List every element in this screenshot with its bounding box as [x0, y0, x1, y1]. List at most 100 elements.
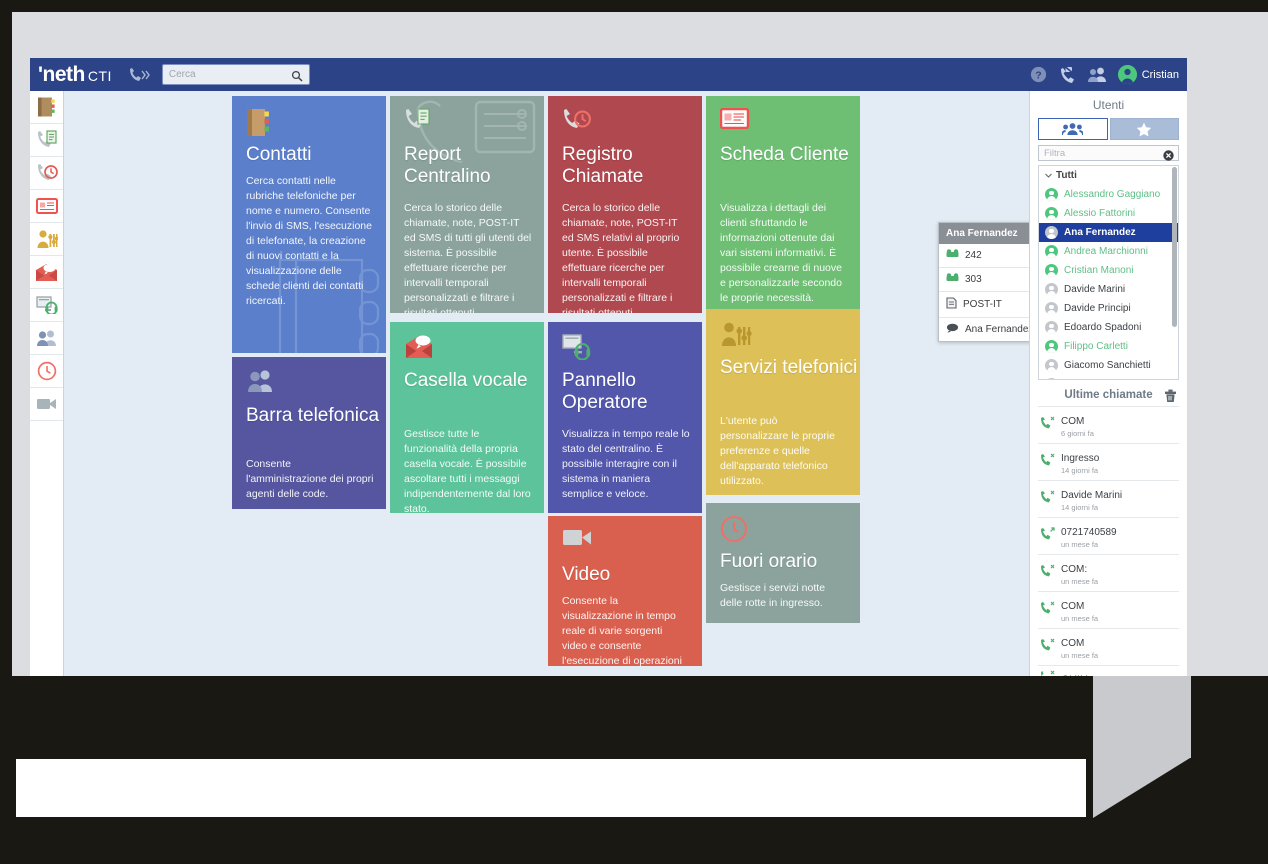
list-item[interactable]: COM un mese fa	[1038, 591, 1179, 628]
sidebar-item-servizi-telefonici[interactable]	[30, 223, 63, 256]
list-item[interactable]: COM: un mese fa	[1038, 554, 1179, 591]
list-item[interactable]: Alessio Fattorini	[1039, 204, 1178, 223]
list-item[interactable]: COM 6 giorni fa	[1038, 406, 1179, 443]
voicemail-envelope-icon	[404, 334, 434, 365]
user-name: Ana Fernandez	[1064, 227, 1136, 239]
app-logo[interactable]: 'neth CTI	[38, 63, 112, 87]
sidebar-item-contatti[interactable]	[30, 91, 63, 124]
call-in-icon	[1040, 453, 1055, 471]
list-item[interactable]: 0721740589 un mese fa	[1038, 517, 1179, 554]
list-item[interactable]: CHIU	[1038, 665, 1179, 676]
list-item[interactable]: Davide Principi	[1039, 299, 1178, 318]
phone-mute-icon[interactable]	[1057, 65, 1077, 84]
logo-neth: 'neth	[38, 62, 85, 86]
avatar	[1045, 283, 1058, 297]
list-item[interactable]: COM un mese fa	[1038, 628, 1179, 665]
screenshot-stage: 'neth CTI Cerca ? Cristian Contatti Cerc…	[0, 0, 1268, 864]
list-item[interactable]: Edoardo Spadoni	[1039, 318, 1178, 337]
tile-description: Gestisce i servizi notte delle rotte in …	[720, 582, 826, 609]
sidebar-item-fuori-orario[interactable]	[30, 355, 63, 388]
call-entry: COM: un mese fa	[1061, 559, 1098, 587]
users-filter-input[interactable]	[1044, 147, 1162, 159]
list-item[interactable]: Giacomo Sanchietti	[1039, 356, 1178, 375]
avatar	[1045, 264, 1058, 278]
sidebar-item-video[interactable]	[30, 388, 63, 421]
call-entry: COM un mese fa	[1061, 596, 1098, 624]
page-corner-fold	[1093, 758, 1190, 818]
call-toggle-icon[interactable]	[128, 67, 150, 83]
phone-report-icon	[37, 130, 57, 147]
sidebar-item-scheda-cliente[interactable]	[30, 190, 63, 223]
contact-popup-row[interactable]: 242	[939, 244, 1029, 268]
clock-icon	[720, 515, 748, 548]
list-item[interactable]: Filippo Carletti	[1039, 337, 1178, 356]
contact-popup-row[interactable]: 303	[939, 268, 1029, 292]
trash-icon[interactable]	[1164, 389, 1177, 406]
list-item[interactable]: Ingresso 14 giorni fa	[1038, 443, 1179, 480]
sidebar-item-pannello-operatore[interactable]	[30, 289, 63, 322]
tile-servizi-telefonici[interactable]: Servizi telefonici L'utente può personal…	[706, 309, 860, 495]
list-item[interactable]: Ana Fernandez	[1039, 223, 1178, 243]
tile-description: Cerca lo storico delle chiamate, note, P…	[404, 202, 532, 313]
users-group-header[interactable]: Tutti	[1039, 166, 1178, 185]
list-item[interactable]: Davide Marini	[1039, 280, 1178, 299]
tile-description: Consente l'amministrazione dei propri ag…	[246, 458, 374, 500]
users-filter-box[interactable]	[1038, 145, 1179, 162]
user-name: Edoardo Spadoni	[1064, 322, 1142, 334]
contact-popup-card[interactable]: Ana Fernandez 242 303 POST-IT Ana Fernan…	[938, 222, 1029, 342]
tile-video[interactable]: Video Consente la visualizzazione in tem…	[548, 516, 702, 666]
tile-registro-chiamate[interactable]: Registro Chiamate Cerca lo storico delle…	[548, 96, 702, 313]
tile-report-centralino[interactable]: Report Centralino Cerca lo storico delle…	[390, 96, 544, 313]
user-name: Giacomo Sanchietti	[1064, 360, 1151, 372]
tile-casella-vocale[interactable]: Casella vocale Gestisce tutte le funzion…	[390, 322, 544, 513]
tile-barra-telefonica[interactable]: Barra telefonica Consente l'amministrazi…	[232, 357, 386, 509]
all-users-tab[interactable]	[1038, 118, 1108, 140]
list-item[interactable]: Giuseppe Trianti	[1039, 375, 1178, 380]
list-item[interactable]: Alessandro Gaggiano	[1039, 185, 1178, 204]
call-out-icon	[1040, 527, 1055, 545]
group-icon[interactable]	[1087, 66, 1108, 83]
favorites-tab[interactable]	[1109, 118, 1179, 140]
user-name: Cristian Manoni	[1064, 265, 1134, 277]
avatar	[1045, 302, 1058, 316]
close-icon[interactable]	[1163, 148, 1174, 166]
sidebar-item-barra-telefonica[interactable]	[30, 322, 63, 355]
search-box[interactable]	[161, 64, 310, 87]
users-list[interactable]: Tutti Alessandro Gaggiano Alessio Fattor…	[1038, 165, 1179, 381]
list-item[interactable]: Cristian Manoni	[1039, 261, 1178, 280]
contact-popup-row[interactable]: POST-IT	[939, 292, 1029, 318]
svg-text:?: ?	[1035, 69, 1041, 81]
address-book-icon	[37, 97, 55, 117]
avatar	[1045, 245, 1058, 259]
sidebar-rail	[30, 91, 64, 676]
tile-scheda-cliente[interactable]: Scheda Cliente Visualizza i dettagli dei…	[706, 96, 860, 321]
call-time: un mese fa	[1061, 614, 1099, 624]
users-group-label: Tutti	[1056, 170, 1077, 182]
help-icon[interactable]: ?	[1030, 66, 1047, 83]
sidebar-item-report-centralino[interactable]	[30, 124, 63, 157]
contact-popup-row-label: 242	[965, 250, 982, 261]
user-name: Giuseppe Trianti	[1064, 379, 1137, 380]
phone-icon	[946, 249, 959, 262]
list-item[interactable]: Andrea Marchionni	[1039, 242, 1178, 261]
tile-description: Visualizza in tempo reale lo stato del c…	[562, 428, 690, 500]
list-item[interactable]: Davide Marini 14 giorni fa	[1038, 480, 1179, 517]
phone-icon	[946, 273, 959, 286]
sidebar-item-casella-vocale[interactable]	[30, 256, 63, 289]
scrollbar[interactable]	[1172, 167, 1177, 328]
call-label: 0721740589	[1061, 527, 1117, 539]
contact-popup-row[interactable]: Ana Fernandez	[939, 318, 1029, 341]
tile-title: Scheda Cliente	[720, 144, 849, 165]
tile-pannello-operatore[interactable]: Pannello Operatore Visualizza in tempo r…	[548, 322, 702, 513]
tile-title: Fuori orario	[720, 551, 818, 572]
search-input[interactable]	[168, 69, 287, 80]
phone-clock-icon	[37, 164, 58, 180]
tile-contatti[interactable]: Contatti Cerca contatti nelle rubriche t…	[232, 96, 386, 353]
sidebar-item-registro-chiamate[interactable]	[30, 157, 63, 190]
search-icon	[291, 69, 303, 87]
tile-fuori-orario[interactable]: Fuori orario Gestisce i servizi notte de…	[706, 503, 860, 623]
chevron-down-icon	[1045, 173, 1052, 178]
user-menu[interactable]: Cristian	[1117, 65, 1179, 84]
tile-description: Gestisce tutte le funzionalità della pro…	[404, 428, 531, 513]
recent-calls-list[interactable]: COM 6 giorni fa Ingresso 14 giorni fa Da…	[1038, 406, 1179, 676]
